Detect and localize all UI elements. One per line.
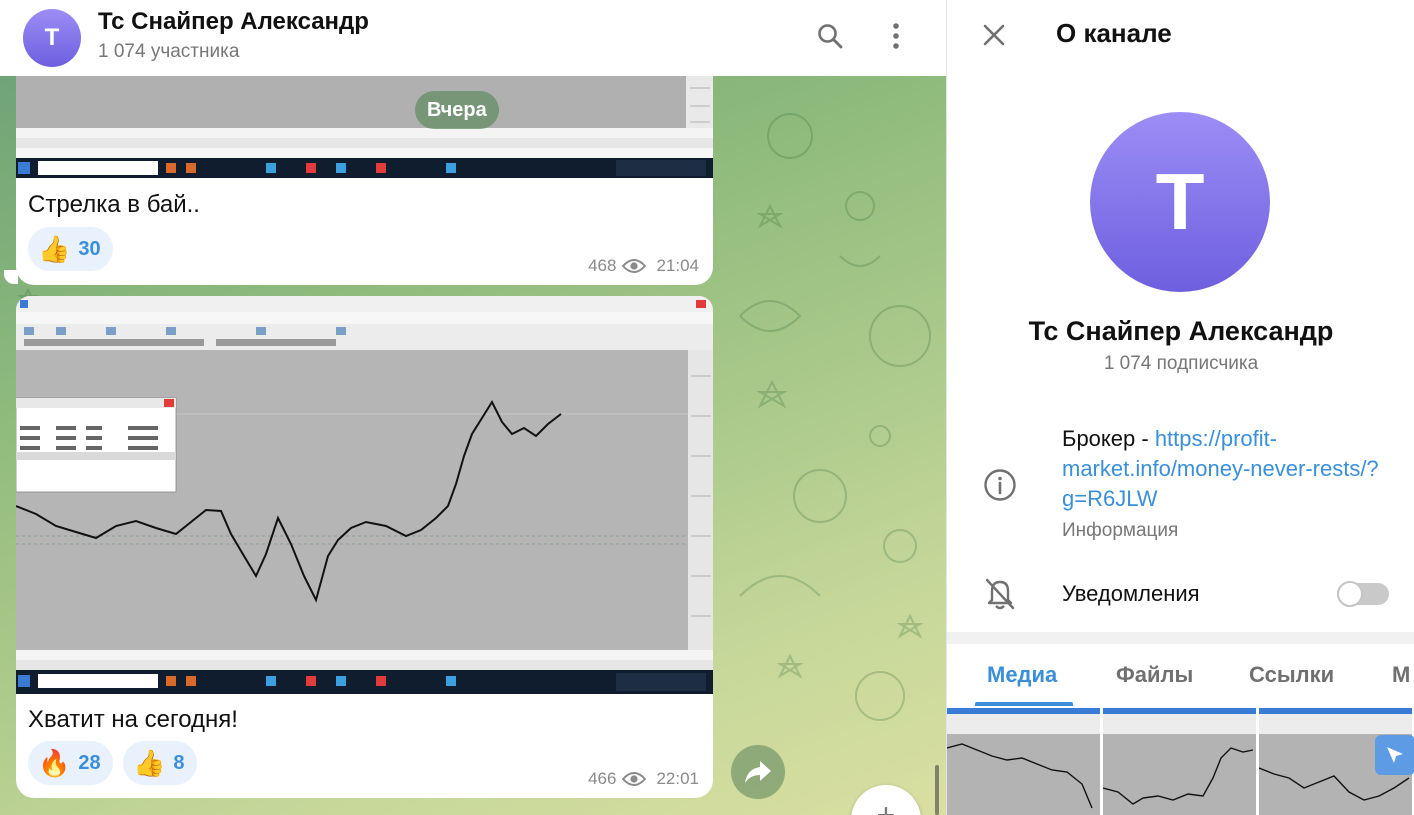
trading-chart-image [16,296,713,694]
chat-header: T Тс Снайпер Александр 1 074 участника [0,0,946,76]
search-icon [818,24,843,49]
message-meta: 466 22:01 [588,769,699,789]
message-screenshot[interactable] [16,296,713,694]
reaction-count: 28 [78,751,101,774]
thumbs-up-icon: 👍 [133,748,166,778]
message-meta: 468 21:04 [588,256,699,276]
date-separator: Вчера [415,91,499,129]
close-icon [983,24,1005,46]
active-tab-indicator [975,702,1073,706]
chat-scrollbar[interactable] [935,765,939,815]
floating-action-button[interactable] [1375,735,1414,775]
info-icon [984,469,1016,501]
message-text: Хватит на сегодня! [28,706,238,733]
channel-avatar[interactable]: T [23,9,81,67]
reaction-fire[interactable]: 🔥 28 [28,741,113,785]
media-thumbnail[interactable] [947,708,1100,815]
channel-info-panel: О канале T Тс Снайпер Александр 1 074 по… [946,0,1414,815]
eye-icon [622,772,647,786]
view-count: 468 [588,256,617,275]
subscriber-count: 1 074 подписчика [1103,353,1259,374]
media-grid [947,708,1414,815]
eye-icon [622,259,647,273]
reaction-thumbs-up[interactable]: 👍 8 [123,741,197,785]
message-time: 21:04 [656,256,699,275]
message-bubble: Хватит на сегодня! 🔥 28 👍 8 466 22:01 [16,296,713,798]
channel-title[interactable]: Тс Снайпер Александр [98,8,369,36]
chart-thumbnail-image [1103,708,1256,815]
bell-icon-wrapper [983,576,1017,617]
section-divider [947,632,1414,644]
tab-files[interactable]: Файлы [1116,662,1193,688]
more-vertical-icon [893,23,899,49]
reaction-thumbs-up[interactable]: 👍 30 [28,227,113,271]
plus-icon: + [876,797,896,815]
bell-off-icon [985,578,1015,610]
view-count: 466 [588,769,617,788]
reaction-count: 8 [173,751,185,774]
panel-title: О канале [1056,18,1172,48]
message-time: 22:01 [656,769,699,788]
media-tabs: Медиа Файлы Ссылки М [947,644,1414,708]
forward-button[interactable] [731,745,785,799]
toggle-knob [1337,581,1363,607]
close-button[interactable] [977,18,1011,52]
member-count: 1 074 участника [98,41,240,62]
media-thumbnail[interactable] [1103,708,1256,815]
tab-links[interactable]: Ссылки [1249,662,1334,688]
info-label: Информация [1062,520,1179,541]
tab-more[interactable]: М [1392,662,1410,688]
message-screenshot[interactable] [16,76,713,178]
notifications-toggle[interactable] [1337,581,1389,607]
info-prefix: Брокер - [1062,426,1155,451]
more-button[interactable] [876,16,916,56]
notifications-label: Уведомления [1062,581,1200,606]
channel-description: Брокер - https://profit-market.info/mone… [1062,424,1402,514]
share-icon [745,761,771,783]
channel-avatar-large[interactable]: T [1090,112,1270,292]
message-text: Стрелка в бай.. [28,191,200,218]
chart-thumbnail-image [947,708,1100,815]
channel-name: Тс Снайпер Александр [1028,316,1334,346]
tab-media[interactable]: Медиа [987,662,1057,688]
trading-chart-image [16,76,713,178]
reaction-count: 30 [78,237,101,260]
thumbs-up-icon: 👍 [38,234,71,264]
cursor-icon [1387,747,1403,763]
info-icon-wrapper [983,468,1017,507]
fire-icon: 🔥 [38,748,71,778]
chat-column: T Тс Снайпер Александр 1 074 участника С… [0,0,946,815]
search-button[interactable] [810,16,850,56]
message-bubble: Стрелка в бай.. 👍 30 468 21:04 [16,76,713,285]
